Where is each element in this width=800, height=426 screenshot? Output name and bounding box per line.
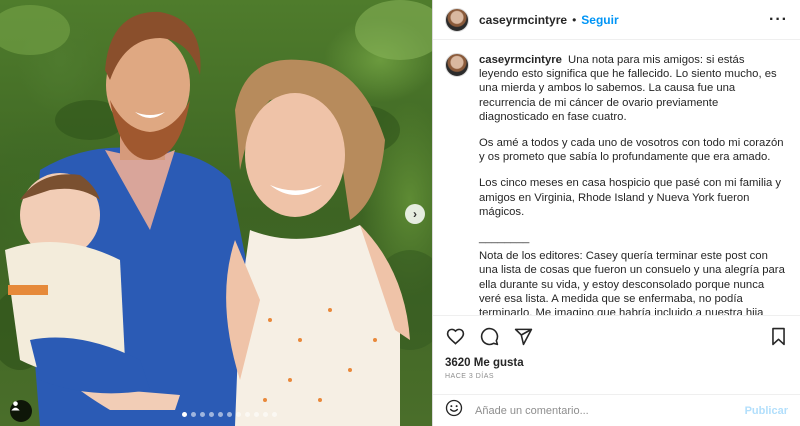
comment-form: Publicar [433,394,800,426]
chevron-right-icon: › [413,207,417,221]
user-icon [11,401,20,411]
caption-avatar[interactable] [445,53,469,77]
photo-illustration [0,0,432,426]
follow-button[interactable]: Seguir [581,13,618,27]
carousel-dot [236,412,241,417]
caption-paragraph-2: Os amé a todos y cada uno de vosotros co… [479,137,784,164]
comment-input[interactable] [475,404,745,417]
share-icon[interactable] [513,327,533,347]
next-slide-button[interactable]: › [405,204,425,224]
likes-count[interactable]: 3620 Me gusta [445,357,524,369]
emoji-icon[interactable] [445,399,463,422]
carousel-dot [263,412,268,417]
post-actions [433,315,800,357]
carousel-dot [272,412,277,417]
separator-dot: • [572,12,577,27]
carousel-dot [209,412,214,417]
carousel-dot [227,412,232,417]
avatar[interactable] [445,7,469,32]
bookmark-icon[interactable] [768,327,788,347]
post-timestamp[interactable]: HACE 3 DÍAS [445,373,494,380]
caption-text: caseyrmcintyre Una nota para mis amigos:… [479,53,786,315]
post-header: caseyrmcintyre • Seguir ··· [433,0,800,40]
caption-username-link[interactable]: caseyrmcintyre [479,54,562,66]
carousel-dot [254,412,259,417]
username-link[interactable]: caseyrmcintyre [479,13,567,27]
carousel-indicator [182,412,277,417]
carousel-dot [245,412,250,417]
heart-icon[interactable] [445,327,465,347]
post-side-panel: caseyrmcintyre • Seguir ··· caseyrmcinty… [432,0,800,426]
carousel-dot [200,412,205,417]
publish-button[interactable]: Publicar [745,405,788,417]
carousel-dot [182,412,187,417]
post-photo[interactable]: › [0,0,432,426]
caption-paragraph-4: Nota de los editores: Casey quería termi… [479,250,785,315]
caption-paragraph-3: Los cinco meses en casa hospicio que pas… [479,177,782,218]
caption-rule: ________ [479,232,530,245]
caption-area[interactable]: caseyrmcintyre Una nota para mis amigos:… [433,41,800,315]
carousel-dot [218,412,223,417]
ellipsis-icon[interactable]: ··· [769,11,788,29]
carousel-dot [191,412,196,417]
tagged-users-button[interactable] [10,400,32,422]
comment-icon[interactable] [479,327,499,347]
